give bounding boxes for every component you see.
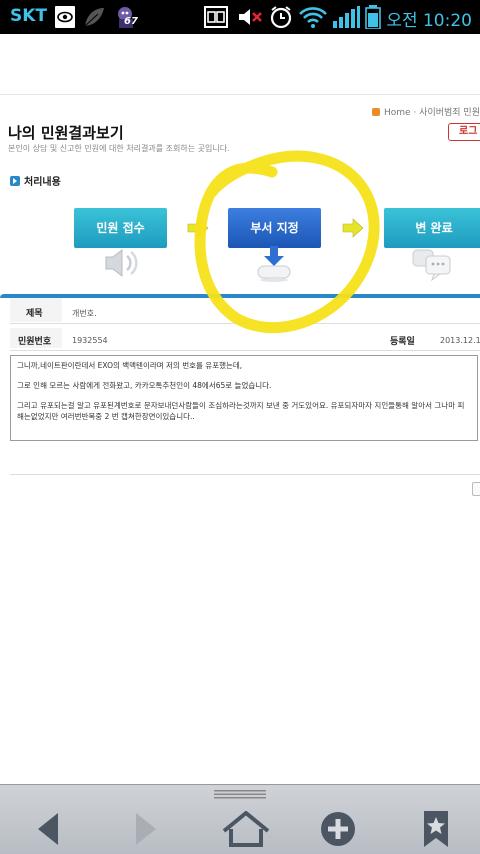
add-tab-icon[interactable]: [318, 809, 358, 849]
clock-time: 오전 10:20: [386, 11, 472, 31]
login-button[interactable]: 로그: [448, 123, 480, 141]
content-paragraph: 그로 인해 모르는 사람에게 전화왔고, 카카오톡추천인이 48에서65로 늘었…: [17, 381, 272, 390]
page-description: 본인이 상담 및 신고한 민원에 대한 처리결과를 조회하는 곳입니다.: [8, 144, 230, 153]
leaf-icon: [84, 8, 104, 27]
browser-nav-bar: [0, 784, 480, 854]
subject-value: 개번호.: [72, 309, 97, 318]
forward-icon[interactable]: [126, 809, 166, 849]
level-badge: 67: [124, 16, 138, 27]
drag-handle-icon[interactable]: [214, 789, 266, 799]
back-icon[interactable]: [28, 809, 68, 849]
home-icon[interactable]: [220, 809, 272, 849]
subject-label: 제목: [26, 309, 43, 319]
web-page: Home · 사이버범죄 민원신고 · 로그 나의 민원결과보기 본인이 상담 …: [0, 94, 480, 784]
content-paragraph: 그리고 유포되는걸 알고 유포된계번호로 문자보내던사람들이 조심하라는것까지 …: [17, 401, 465, 421]
section-arrow-icon: [10, 176, 20, 186]
carrier-label: SKT: [10, 6, 48, 26]
alarm-clock-icon: [270, 6, 292, 29]
complaint-number-value: 1932554: [72, 336, 108, 345]
row-divider: [10, 350, 480, 351]
screen-mirror-icon: [204, 6, 228, 28]
step-arrow-icon: [187, 218, 209, 238]
table-top-border: [0, 294, 480, 298]
bookmark-icon[interactable]: [416, 809, 456, 849]
registration-date-label: 등록일: [390, 337, 415, 347]
browser-blank-area: [0, 34, 480, 94]
content-paragraph: 그니까,네이트판이란데서 EXO의 백맥텐이라며 저의 번호를 유포했는데,: [17, 361, 243, 370]
section-title: 처리내용: [10, 173, 61, 188]
download-device-icon: [257, 246, 291, 282]
step-department-assigned: 부서 지정: [228, 208, 321, 248]
complaint-content: 그니까,네이트판이란데서 EXO의 백맥텐이라며 저의 번호를 유포했는데, 그…: [10, 355, 478, 441]
status-bar: SKT 67 오전 10:20: [0, 0, 480, 34]
speaker-icon: [105, 248, 138, 278]
row-divider: [10, 323, 480, 324]
breadcrumb[interactable]: Home · 사이버범죄 민원신고 ·: [372, 105, 480, 118]
battery-icon: [365, 5, 381, 29]
bottom-divider: [10, 474, 480, 475]
complaint-number-label: 민원번호: [18, 337, 52, 347]
step-answer-complete: 변 완료: [384, 208, 480, 248]
wifi-icon: [299, 7, 327, 28]
step-received: 민원 접수: [74, 208, 167, 248]
eye-notification-icon: [55, 6, 75, 28]
top-divider: [0, 94, 480, 95]
step-arrow-icon: [342, 218, 364, 238]
registration-date-value: 2013.12.14: [440, 336, 480, 345]
mute-speaker-icon: [239, 9, 262, 25]
home-icon: [372, 108, 380, 116]
chat-bubbles-icon: [412, 249, 451, 282]
scroll-edge-button[interactable]: [472, 482, 480, 496]
page-title: 나의 민원결과보기: [8, 124, 124, 142]
signal-strength-icon: [333, 6, 360, 28]
